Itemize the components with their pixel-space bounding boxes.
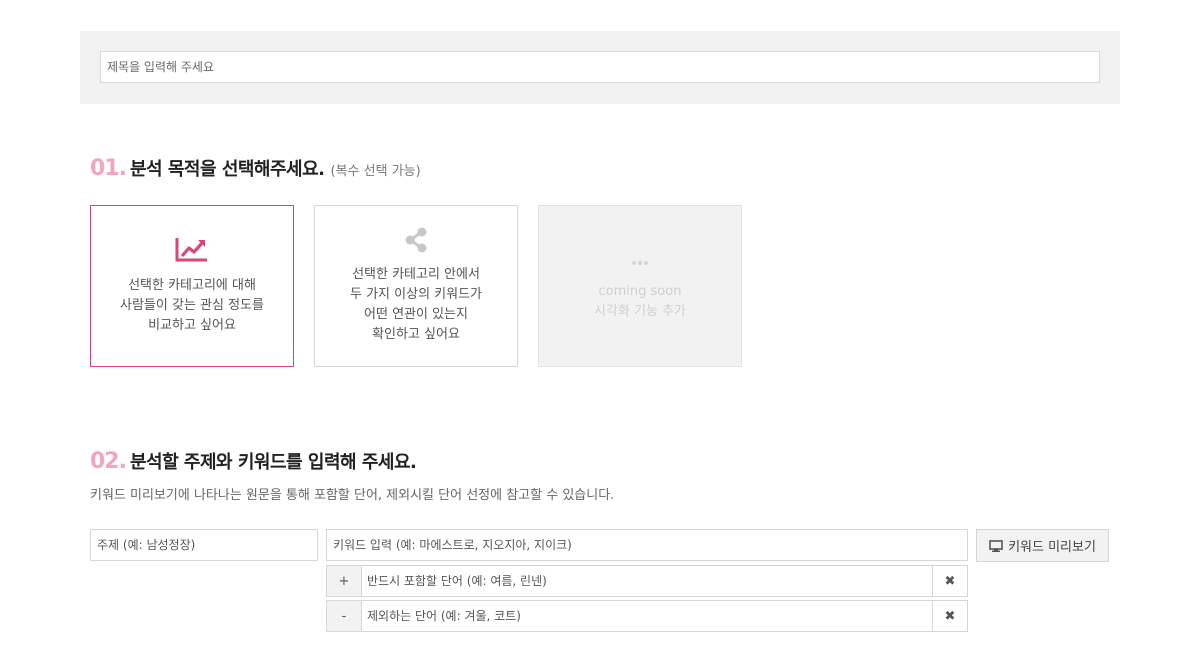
- section1-subtitle: (복수 선택 가능): [330, 164, 421, 179]
- card-line: 시각화 기능 추가: [594, 304, 686, 319]
- section1-title: 분석 목적을 선택해주세요.: [129, 159, 325, 180]
- section2-number: 02.: [90, 449, 127, 474]
- purpose-card-coming-soon: coming soon 시각화 기능 추가: [538, 205, 742, 367]
- card-line: 확인하고 싶어요: [372, 327, 460, 342]
- title-panel: [80, 31, 1120, 104]
- include-words-row: + ✖: [326, 565, 968, 597]
- card-line: 비교하고 싶어요: [148, 318, 236, 333]
- include-words-input[interactable]: [362, 566, 932, 596]
- card-line: 선택한 카테고리 안에서: [352, 267, 480, 282]
- trend-chart-icon: [175, 236, 209, 262]
- card-line: 선택한 카테고리에 대해: [128, 278, 256, 293]
- keyword-preview-label: 키워드 미리보기: [1008, 540, 1096, 555]
- keyword-input[interactable]: [326, 529, 968, 561]
- card-text: 선택한 카테고리 안에서 두 가지 이상의 키워드가 어떤 연관이 있는지 확인…: [350, 265, 482, 345]
- include-sign-button[interactable]: +: [327, 566, 362, 596]
- topic-input[interactable]: [90, 529, 318, 561]
- include-clear-icon[interactable]: ✖: [932, 566, 967, 596]
- section2-title: 분석할 주제와 키워드를 입력해 주세요.: [129, 452, 417, 473]
- section1-number: 01.: [90, 156, 127, 181]
- card-line: 사람들이 갖는 관심 정도를: [120, 298, 264, 313]
- section2-description: 키워드 미리보기에 나타나는 원문을 통해 포함할 단어, 제외시킬 단어 선정…: [90, 488, 615, 503]
- card-line: 두 가지 이상의 키워드가: [350, 287, 482, 302]
- card-text: coming soon 시각화 기능 추가: [594, 282, 686, 322]
- exclude-sign-button[interactable]: -: [327, 601, 362, 631]
- exclude-clear-icon[interactable]: ✖: [932, 601, 967, 631]
- keyword-preview-button[interactable]: 키워드 미리보기: [976, 529, 1109, 562]
- card-line: 어떤 연관이 있는지: [364, 307, 468, 322]
- ellipsis-icon: [631, 250, 649, 276]
- card-line: coming soon: [598, 284, 682, 299]
- card-text: 선택한 카테고리에 대해 사람들이 갖는 관심 정도를 비교하고 싶어요: [120, 276, 264, 336]
- section2-heading: 02. 분석할 주제와 키워드를 입력해 주세요.: [90, 448, 417, 474]
- section1-heading: 01. 분석 목적을 선택해주세요. (복수 선택 가능): [90, 155, 421, 181]
- exclude-words-row: - ✖: [326, 600, 968, 632]
- purpose-card-relation[interactable]: 선택한 카테고리 안에서 두 가지 이상의 키워드가 어떤 연관이 있는지 확인…: [314, 205, 518, 367]
- exclude-words-input[interactable]: [362, 601, 932, 631]
- share-nodes-icon: [403, 227, 429, 253]
- purpose-card-trend[interactable]: 선택한 카테고리에 대해 사람들이 갖는 관심 정도를 비교하고 싶어요: [90, 205, 294, 367]
- monitor-icon: [989, 539, 1003, 552]
- title-input[interactable]: [100, 51, 1100, 83]
